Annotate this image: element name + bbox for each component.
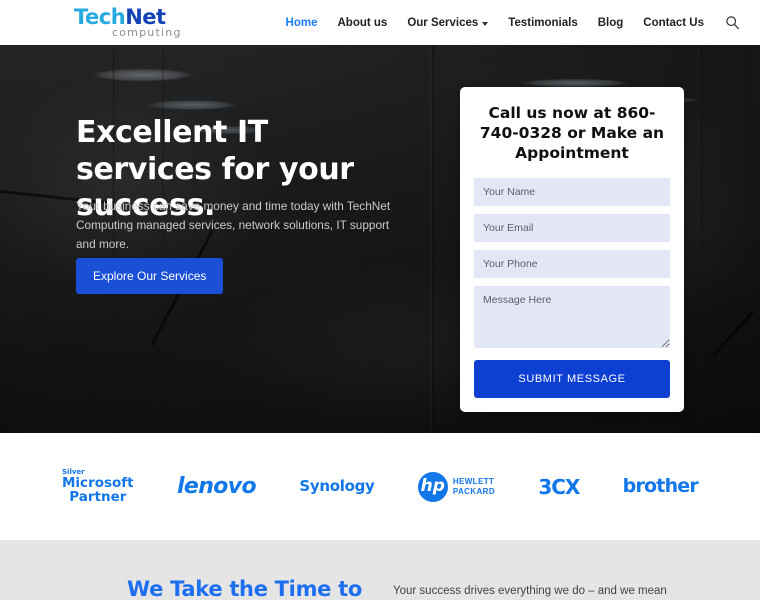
nav-label-our-services: Our Services xyxy=(407,16,479,29)
nav-label-about-us: About us xyxy=(337,16,388,29)
message-textarea[interactable] xyxy=(474,286,670,349)
lenovo-logo: lenovo xyxy=(176,473,257,499)
hp-circle-mark: hp xyxy=(417,471,448,502)
nav-item-our-services[interactable]: Our Services xyxy=(407,16,489,29)
logo-tagline: computing xyxy=(112,26,182,39)
your-email-input[interactable] xyxy=(474,214,670,243)
main-navigation: Home About us Our Services Testimonials … xyxy=(286,15,740,31)
hero-subtitle: Your business can save money and time to… xyxy=(76,199,391,252)
hewlett-packard-logo: hp HEWLETT PACKARD xyxy=(417,471,495,502)
nav-label-home: Home xyxy=(285,16,318,29)
nav-item-home[interactable]: Home xyxy=(286,17,318,29)
hp-label-line2: PACKARD xyxy=(452,486,496,496)
hp-label-line1: HEWLETT xyxy=(452,476,495,486)
your-name-input[interactable] xyxy=(474,178,670,207)
about-body-text: Your success drives everything we do – a… xyxy=(393,585,667,597)
synology-logo: Synology xyxy=(299,477,375,495)
nav-item-about-us[interactable]: About us xyxy=(337,17,387,29)
hero-section: Excellent IT services for your success. … xyxy=(0,45,760,433)
3cx-logo: 3CX xyxy=(538,474,580,499)
chevron-down-icon xyxy=(482,21,489,26)
form-heading: Call us now at 860-740-0328 or Make an A… xyxy=(479,104,665,163)
nav-item-testimonials[interactable]: Testimonials xyxy=(508,17,577,29)
site-header: TechNet computing Home About us Our Serv… xyxy=(0,0,760,45)
site-logo[interactable]: TechNet computing xyxy=(74,7,182,39)
search-icon[interactable] xyxy=(724,15,740,31)
logo-wordmark: TechNet xyxy=(74,7,166,28)
hero-content: Excellent IT services for your success. … xyxy=(0,45,760,433)
about-section: We Take the Time to Your success drives … xyxy=(0,540,760,600)
explore-our-services-button[interactable]: Explore Our Services xyxy=(76,258,224,294)
nav-label-testimonials: Testimonials xyxy=(508,16,578,29)
brother-logo: brother xyxy=(622,475,699,497)
nav-label-blog: Blog xyxy=(597,16,624,29)
submit-message-button[interactable]: SUBMIT MESSAGE xyxy=(474,360,670,399)
microsoft-label-line2: Partner xyxy=(69,488,127,505)
nav-item-contact-us[interactable]: Contact Us xyxy=(643,17,704,29)
hp-wordmark: HEWLETT PACKARD xyxy=(453,477,495,497)
nav-label-contact-us: Contact Us xyxy=(643,16,704,29)
your-phone-input[interactable] xyxy=(474,250,670,279)
appointment-form-card: Call us now at 860-740-0328 or Make an A… xyxy=(460,87,684,413)
partner-logo-bar: Silver Microsoft Partner lenovo Synology… xyxy=(0,433,760,540)
microsoft-partner-logo: Silver Microsoft Partner xyxy=(62,469,134,504)
nav-item-blog[interactable]: Blog xyxy=(598,17,624,29)
about-heading: We Take the Time to xyxy=(127,577,362,600)
